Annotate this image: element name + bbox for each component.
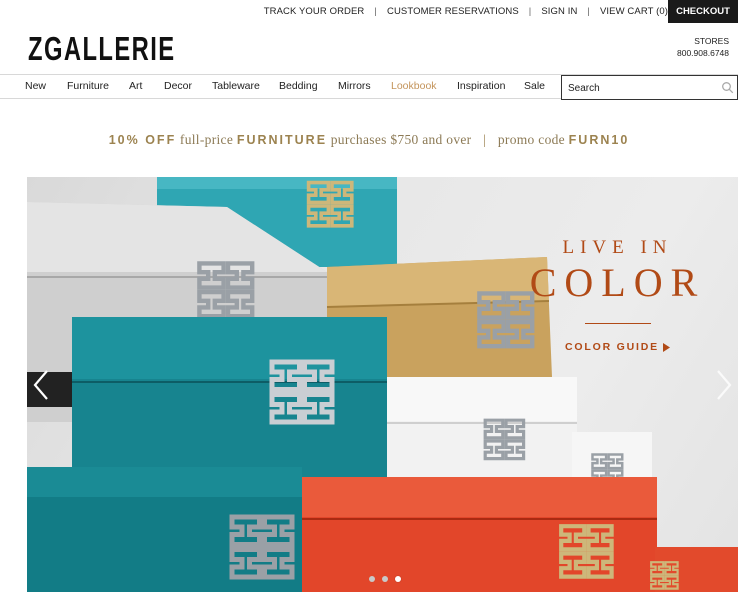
nav-item-bedding[interactable]: Bedding: [279, 75, 318, 99]
headline-line1: LIVE IN: [562, 237, 673, 258]
utility-links: TRACK YOUR ORDER | CUSTOMER RESERVATIONS…: [264, 0, 668, 23]
promo-discount: 10% OFF: [108, 133, 177, 147]
track-order-link[interactable]: TRACK YOUR ORDER: [264, 6, 365, 17]
hero-carousel[interactable]: LIVE IN COLOR COLOR GUIDE: [27, 177, 738, 592]
nav-item-tableware[interactable]: Tableware: [212, 75, 260, 99]
sign-in-link[interactable]: SIGN IN: [541, 6, 577, 17]
triangle-right-icon: [662, 342, 670, 352]
color-guide-link[interactable]: COLOR GUIDE: [565, 341, 670, 353]
utility-separator: |: [374, 6, 377, 17]
carousel-dot[interactable]: [369, 576, 375, 582]
promo-code-label: promo code: [497, 132, 565, 147]
search-box: [561, 75, 738, 100]
nav-item-mirrors[interactable]: Mirrors: [338, 75, 371, 99]
search-icon[interactable]: [721, 81, 734, 94]
nav-item-art[interactable]: Art: [129, 75, 142, 99]
nav-item-sale[interactable]: Sale: [524, 75, 545, 99]
nav-item-furniture[interactable]: Furniture: [67, 75, 109, 99]
color-guide-label: COLOR GUIDE: [565, 341, 659, 353]
phone-number: 800.908.6748: [677, 48, 729, 58]
carousel-dot[interactable]: [382, 576, 388, 582]
headline-divider: [584, 323, 651, 324]
logo-text: ZGALLERIE: [28, 30, 176, 67]
utility-separator: |: [528, 6, 532, 17]
nav-item-inspiration[interactable]: Inspiration: [457, 75, 505, 99]
nav-item-new[interactable]: New: [25, 75, 46, 99]
store-info: STORES 800.908.6748: [677, 35, 729, 59]
checkout-button[interactable]: CHECKOUT: [668, 0, 738, 23]
utility-bar: TRACK YOUR ORDER | CUSTOMER RESERVATIONS…: [0, 0, 738, 23]
nav-item-lookbook[interactable]: Lookbook: [391, 75, 437, 99]
customer-reservations-link[interactable]: CUSTOMER RESERVATIONS: [387, 6, 519, 17]
promo-separator: |: [483, 132, 487, 147]
view-cart-link[interactable]: VIEW CART (0): [600, 6, 668, 17]
hero-headline: LIVE IN COLOR COLOR GUIDE: [497, 237, 738, 355]
stores-link[interactable]: STORES: [677, 35, 729, 47]
promo-code: FURN10: [568, 133, 630, 147]
chevron-right-icon[interactable]: [712, 367, 736, 403]
promo-category: FURNITURE: [236, 133, 328, 147]
promo-text: full-price: [179, 132, 234, 147]
nav-item-decor[interactable]: Decor: [164, 75, 192, 99]
promo-condition: purchases $750 and over: [330, 132, 472, 147]
promo-banner[interactable]: 10% OFF full-price FURNITURE purchases $…: [0, 132, 738, 148]
chevron-left-icon[interactable]: [29, 367, 53, 403]
main-nav: New Furniture Art Decor Tableware Beddin…: [0, 74, 738, 100]
carousel-dot-active[interactable]: [395, 576, 401, 582]
carousel-dots: [369, 576, 401, 582]
search-input[interactable]: [568, 77, 718, 99]
site-logo[interactable]: ZGALLERIE: [28, 30, 233, 67]
utility-separator: |: [587, 6, 590, 17]
headline-line2: COLOR: [529, 260, 706, 305]
